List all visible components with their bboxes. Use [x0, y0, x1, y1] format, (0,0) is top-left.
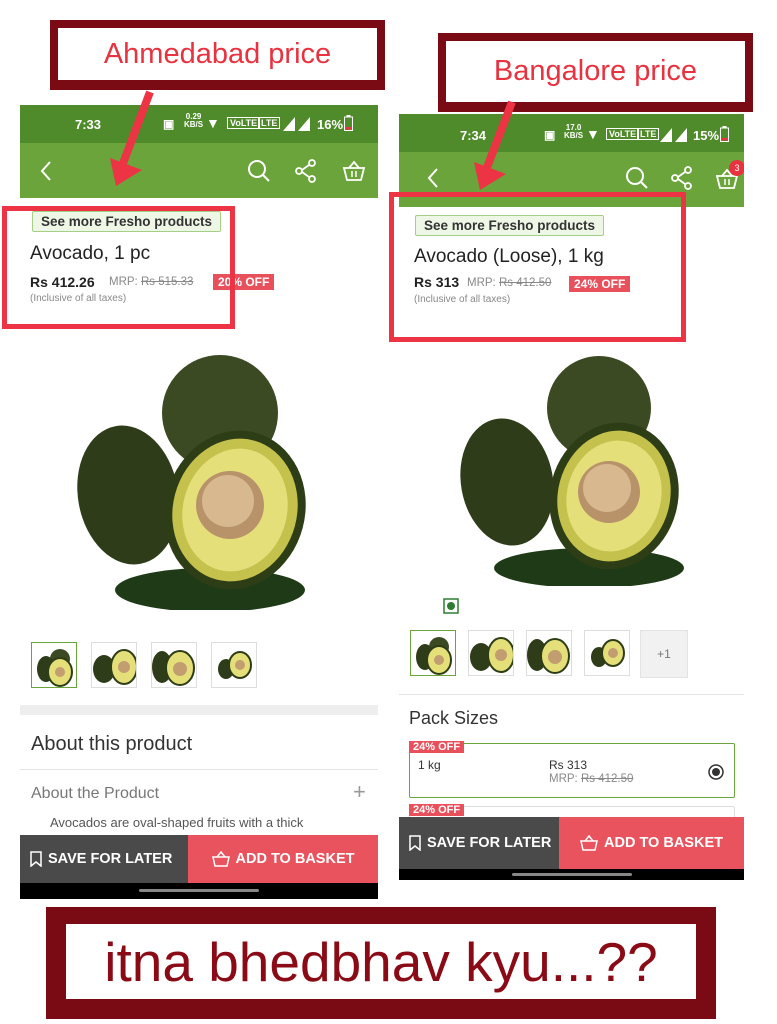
volte-icon: VoLTE [606, 128, 640, 140]
pack-discount-tag: 24% OFF [409, 804, 465, 816]
thumbnail-image [152, 650, 195, 686]
volte-icon-2: LTE [637, 128, 660, 140]
net-speed: 0.29 KB/S [184, 113, 203, 129]
section-gap [20, 705, 378, 715]
battery-text: 16% [317, 117, 344, 132]
thumbnail-image [218, 651, 252, 679]
signal-icon [283, 117, 310, 131]
signal-icon [660, 128, 687, 142]
thumbnail-1[interactable] [410, 630, 456, 676]
battery-icon [720, 126, 729, 142]
save-for-later-button[interactable]: SAVE FOR LATER [20, 835, 198, 883]
home-indicator[interactable] [511, 873, 632, 876]
net-speed-unit: KB/S [184, 120, 204, 129]
wifi-icon: ▼ [586, 126, 600, 142]
highlight-frame-left [2, 206, 235, 329]
basket-icon [580, 835, 598, 851]
share-icon[interactable] [294, 159, 318, 183]
status-bar: 7:33 ▣ 0.29 KB/S ▼ VoLTE LTE 16% [20, 105, 378, 143]
expand-plus-icon[interactable]: + [353, 779, 366, 805]
about-subtitle[interactable]: About the Product [31, 785, 159, 803]
thumbnail-3[interactable] [526, 630, 572, 676]
volte-icon-2: LTE [258, 117, 281, 129]
search-icon[interactable] [247, 159, 271, 183]
search-icon[interactable] [625, 166, 649, 190]
more-thumbnails-button[interactable]: +1 [640, 630, 688, 678]
bottom-action-bar: SAVE FOR LATER ADD TO BASKET [399, 817, 744, 869]
system-nav-bar [399, 869, 744, 880]
net-speed-unit: KB/S [564, 131, 584, 140]
about-title: About this product [31, 733, 193, 755]
vibrate-icon: ▣ [163, 117, 175, 131]
add-label: ADD TO BASKET [235, 851, 355, 867]
caption-left: Ahmedabad price [58, 28, 377, 80]
thumbnail-2[interactable] [91, 642, 137, 688]
veg-indicator-icon [443, 598, 459, 614]
caption-right: Bangalore price [446, 41, 745, 102]
add-to-basket-button[interactable]: ADD TO BASKET [559, 817, 744, 869]
save-label: SAVE FOR LATER [427, 835, 552, 851]
pack-size: 1 kg [418, 758, 441, 772]
product-image[interactable] [70, 355, 330, 610]
thumbnail-image [93, 649, 136, 685]
back-icon[interactable] [40, 161, 52, 181]
back-icon[interactable] [427, 168, 439, 188]
battery-text: 15% [693, 128, 720, 143]
arrow-left [110, 90, 154, 186]
product-image[interactable] [449, 356, 709, 586]
status-bar: 7:34 ▣ 17.0 KB/S ▼ VoLTE LTE 15% [399, 114, 744, 152]
system-nav-bar [20, 883, 378, 899]
pack-mrp-label: MRP: [549, 773, 578, 785]
basket-icon[interactable] [342, 160, 366, 182]
bookmark-icon [30, 851, 42, 867]
divider [20, 769, 378, 770]
wifi-icon: ▼ [206, 115, 220, 131]
pack-sizes-title: Pack Sizes [409, 708, 499, 728]
more-thumbnails-label: +1 [657, 647, 671, 661]
vibrate-icon: ▣ [544, 128, 556, 142]
thumbnail-3[interactable] [151, 642, 197, 688]
basket-icon [211, 851, 230, 867]
home-indicator[interactable] [139, 889, 259, 892]
pack-mrp-value: Rs 412.50 [580, 773, 634, 785]
save-label: SAVE FOR LATER [48, 851, 173, 867]
radio-selected-icon[interactable] [708, 764, 724, 780]
volte-icon: VoLTE [227, 117, 261, 129]
battery-icon [344, 115, 353, 131]
pack-mrp: MRP: Rs 412.50 [549, 773, 633, 785]
net-speed: 17.0 KB/S [564, 124, 583, 140]
arrow-right [474, 100, 516, 190]
thumbnail-4[interactable] [584, 630, 630, 676]
app-bar [20, 143, 378, 198]
caption-bottom: itna bhedbhav kyu...?? [66, 924, 696, 999]
add-to-basket-button[interactable]: ADD TO BASKET [188, 835, 378, 883]
pack-discount-tag: 24% OFF [409, 741, 465, 753]
thumbnail-4[interactable] [211, 642, 257, 688]
share-icon[interactable] [670, 166, 694, 190]
save-for-later-button[interactable]: SAVE FOR LATER [399, 817, 569, 869]
thumbnail-image [416, 637, 452, 675]
divider [399, 694, 744, 695]
thumbnail-2[interactable] [468, 630, 514, 676]
about-text: Avocados are oval-shaped fruits with a t… [50, 815, 304, 830]
pack-option-1kg[interactable]: 24% OFF 1 kg Rs 313 MRP: Rs 412.50 [409, 741, 735, 798]
add-label: ADD TO BASKET [604, 835, 723, 851]
thumbnail-image [591, 639, 625, 667]
cart-count-badge: 3 [729, 160, 744, 176]
thumbnail-image [527, 638, 570, 674]
status-time: 7:33 [75, 117, 102, 132]
thumbnail-image [470, 637, 513, 673]
caption-bottom-frame: itna bhedbhav kyu...?? [46, 907, 716, 1019]
pack-price: Rs 313 [549, 758, 588, 772]
caption-left-frame: Ahmedabad price [50, 20, 385, 90]
thumbnail-1[interactable] [31, 642, 77, 688]
thumbnail-image [37, 649, 73, 687]
bookmark-icon [409, 835, 421, 851]
bottom-action-bar: SAVE FOR LATER ADD TO BASKET [20, 835, 378, 883]
highlight-frame-right [389, 192, 686, 342]
